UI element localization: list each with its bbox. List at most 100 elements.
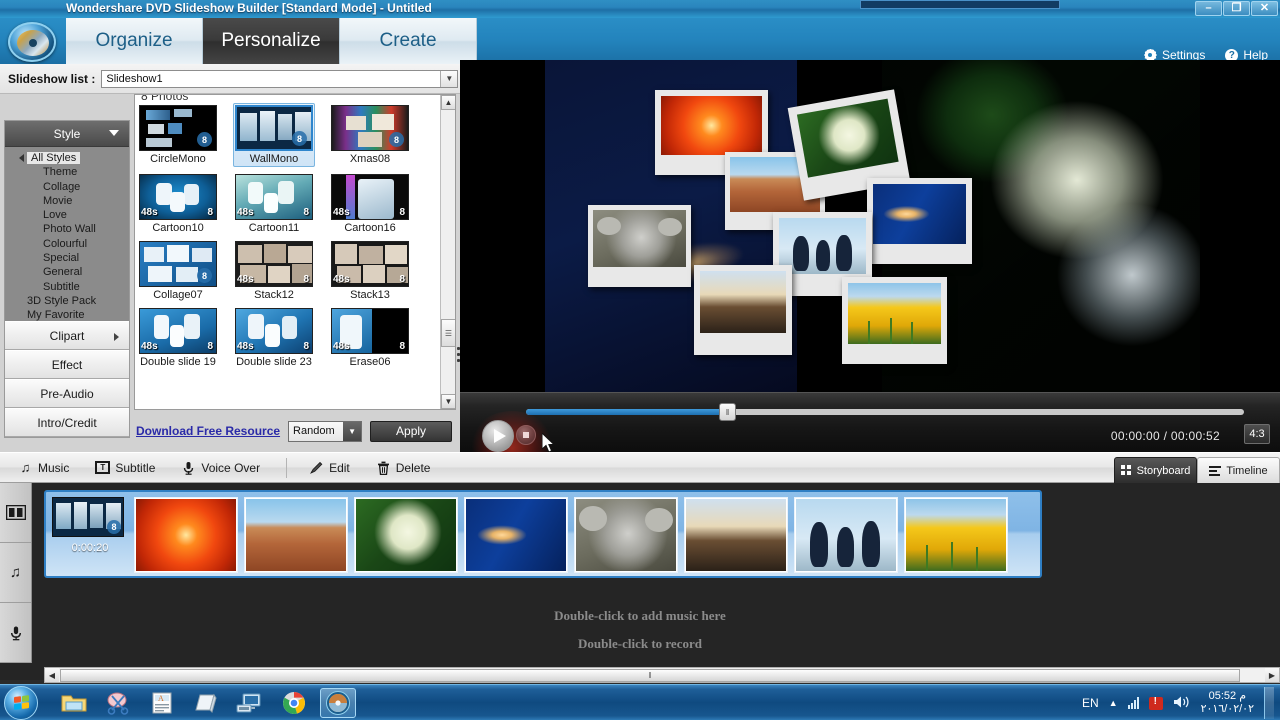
storyboard-horizontal-scrollbar[interactable]: ◀ ‖ ▶: [44, 667, 1280, 683]
sidebar-button-intro-credit[interactable]: Intro/Credit: [5, 408, 129, 437]
system-tray: EN ▲ 05:52 م ٢٠١٦/٠٢/٠٢: [1082, 685, 1274, 720]
maximize-button[interactable]: ❐: [1223, 1, 1250, 16]
apply-button[interactable]: Apply: [370, 420, 453, 442]
clip-thumbnail: [356, 499, 456, 571]
scroll-down-button[interactable]: ▼: [441, 394, 455, 409]
filmstrip-icon[interactable]: [0, 483, 31, 543]
style-item-cartoon11[interactable]: 48s 8 Cartoon11: [235, 174, 313, 234]
storyboard-clip-canyon[interactable]: [244, 497, 348, 573]
chevron-down-icon[interactable]: [109, 130, 119, 136]
scroll-left-button[interactable]: ◀: [45, 668, 59, 682]
style-item-double-slide-19[interactable]: 48s 8 Double slide 19: [139, 308, 217, 368]
storyboard-clip-tulips[interactable]: [904, 497, 1008, 573]
minimize-button[interactable]: –: [1195, 1, 1222, 16]
seek-handle[interactable]: ‖: [719, 403, 736, 421]
storyboard-clip-hydrangea[interactable]: [354, 497, 458, 573]
tree-item-my-favorite[interactable]: My Favorite: [5, 308, 129, 321]
download-free-resource-link[interactable]: Download Free Resource: [136, 424, 280, 438]
style-item-wallmono[interactable]: 8 WallMono: [233, 103, 315, 167]
language-indicator[interactable]: EN: [1082, 696, 1099, 710]
style-item-circlemono[interactable]: 8 CircleMono: [139, 105, 217, 167]
storyboard-area: ♫ 8 0:00:20 Double-click to add music he…: [0, 483, 1280, 680]
tab-personalize[interactable]: Personalize: [203, 18, 340, 64]
style-item-erase06[interactable]: 48s 8 Erase06: [331, 308, 409, 368]
slideshow-list-value: Slideshow1: [106, 72, 163, 85]
storyboard-style-clip[interactable]: 8 0:00:20: [52, 497, 128, 573]
record-track-hint[interactable]: Double-click to record: [0, 636, 1280, 652]
storyboard-clip-penguins[interactable]: [794, 497, 898, 573]
close-button[interactable]: ✕: [1251, 1, 1278, 16]
show-desktop-button[interactable]: [1264, 687, 1274, 719]
tree-item-special[interactable]: Special: [5, 251, 129, 265]
storyboard-clip-koala[interactable]: [574, 497, 678, 573]
style-item-cartoon16[interactable]: 48s 8 Cartoon16: [331, 174, 409, 234]
tree-item-photo-wall[interactable]: Photo Wall: [5, 222, 129, 236]
photo-count-badge: 8: [399, 274, 405, 285]
remote-desktop-icon[interactable]: [232, 688, 268, 718]
style-item-double-slide-23[interactable]: 48s 8 Double slide 23: [235, 308, 313, 368]
preview-player[interactable]: [460, 60, 1280, 392]
chevron-down-icon[interactable]: ▼: [343, 421, 362, 441]
windows-explorer-icon[interactable]: [56, 688, 92, 718]
tree-item-3d-style-pack[interactable]: 3D Style Pack: [5, 294, 129, 308]
scroll-up-button[interactable]: ▲: [441, 95, 455, 110]
tree-item-love[interactable]: Love: [5, 208, 129, 222]
tab-storyboard[interactable]: Storyboard: [1114, 457, 1197, 483]
network-signal-icon[interactable]: [1127, 697, 1139, 709]
notepad-icon[interactable]: [188, 688, 224, 718]
toolbar-button-music[interactable]: ♫ Music: [18, 460, 70, 475]
scroll-right-button[interactable]: ▶: [1265, 668, 1279, 682]
toolbar-button-delete[interactable]: Delete: [376, 460, 430, 475]
tree-item-all-styles[interactable]: All Styles: [5, 151, 129, 165]
dvd-slideshow-builder-icon[interactable]: [320, 687, 356, 718]
aspect-ratio-button[interactable]: 4:3: [1244, 424, 1270, 444]
storyboard-clip-comet[interactable]: [464, 497, 568, 573]
toolbar-button-voice-over[interactable]: Voice Over: [181, 460, 260, 475]
tree-item-movie[interactable]: Movie: [5, 194, 129, 208]
style-item-stack12[interactable]: 48s 8 Stack12: [235, 241, 313, 301]
google-chrome-icon[interactable]: [276, 688, 312, 718]
clock[interactable]: 05:52 م ٢٠١٦/٠٢/٠٢: [1201, 690, 1254, 716]
play-button[interactable]: [482, 420, 514, 452]
play-icon: [494, 429, 506, 443]
network-alert-icon[interactable]: [1148, 696, 1163, 710]
snipping-tool-icon[interactable]: [100, 688, 136, 718]
tab-organize[interactable]: Organize: [66, 18, 203, 64]
storyboard-clip-flower[interactable]: [134, 497, 238, 573]
volume-icon[interactable]: [1173, 695, 1191, 712]
tray-expand-icon[interactable]: ▲: [1109, 698, 1118, 708]
tree-item-theme[interactable]: Theme: [5, 165, 129, 179]
scrollbar-thumb[interactable]: ☰: [441, 319, 455, 347]
tab-timeline[interactable]: Timeline: [1197, 457, 1280, 483]
start-button-icon[interactable]: [4, 685, 38, 720]
microphone-icon: [181, 460, 196, 475]
transition-dropdown[interactable]: Random ▼: [288, 420, 363, 442]
style-item-cartoon10[interactable]: 48s 8 Cartoon10: [139, 174, 217, 234]
sidebar-button-clipart[interactable]: Clipart: [5, 321, 129, 350]
stop-button[interactable]: [516, 425, 536, 445]
hscrollbar-thumb[interactable]: ‖: [60, 669, 1240, 682]
tree-item-general[interactable]: General: [5, 265, 129, 279]
style-item-collage07[interactable]: 8 Collage07: [139, 241, 217, 301]
storyboard-clip-lighthouse[interactable]: [684, 497, 788, 573]
tree-item-colourful[interactable]: Colourful: [5, 237, 129, 251]
music-track-hint[interactable]: Double-click to add music here: [0, 608, 1280, 624]
style-panel-header[interactable]: Style: [5, 121, 129, 147]
tree-item-subtitle[interactable]: Subtitle: [5, 280, 129, 294]
style-browser-scrollbar[interactable]: ▲ ☰ ▼: [440, 95, 455, 409]
slideshow-list-dropdown[interactable]: Slideshow1 ▼: [101, 69, 459, 88]
seek-slider[interactable]: ‖: [526, 403, 1244, 421]
wordpad-icon[interactable]: A: [144, 688, 180, 718]
toolbar-button-subtitle[interactable]: T Subtitle: [95, 461, 155, 475]
tree-item-collage[interactable]: Collage: [5, 180, 129, 194]
chevron-down-icon[interactable]: ▼: [440, 70, 458, 87]
sidebar-button-pre-audio[interactable]: Pre-Audio: [5, 379, 129, 408]
style-item-stack13[interactable]: 48s 8 Stack13: [331, 241, 409, 301]
twisty-icon[interactable]: [19, 154, 24, 163]
toolbar-button-edit[interactable]: Edit: [309, 460, 350, 475]
sidebar-button-effect[interactable]: Effect: [5, 350, 129, 379]
music-note-icon[interactable]: ♫: [0, 543, 31, 603]
style-item-xmas08[interactable]: 8 Xmas08: [331, 105, 409, 167]
tab-create[interactable]: Create: [340, 18, 477, 64]
storyboard-strip[interactable]: 8 0:00:20: [44, 490, 1042, 578]
